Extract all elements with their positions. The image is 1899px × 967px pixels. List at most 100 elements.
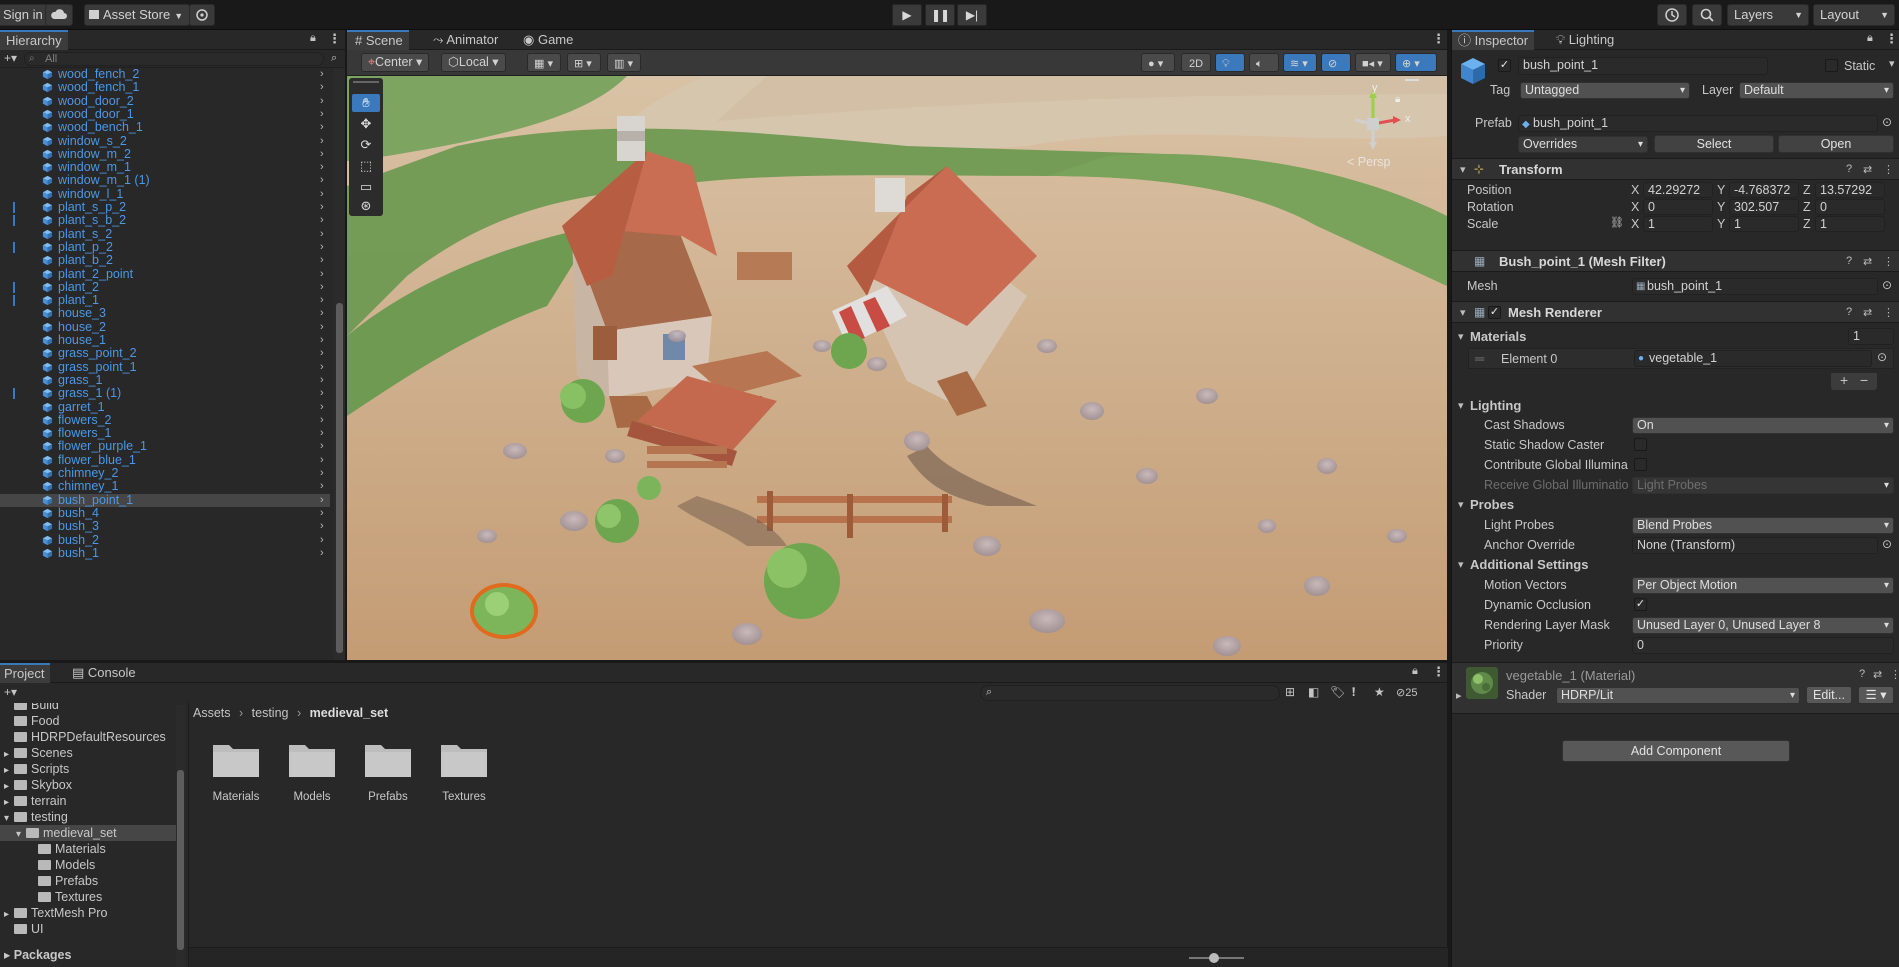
- hidden-objects-toggle[interactable]: ⊘: [1321, 53, 1351, 72]
- tab-lighting[interactable]: 💡︎ Lighting: [1550, 30, 1620, 50]
- scene-gizmo[interactable]: y x 🔒︎ < Persp: [1327, 79, 1437, 170]
- scrollbar-thumb[interactable]: [336, 303, 343, 653]
- folder-tree-item[interactable]: ▾ medieval_set: [0, 825, 176, 841]
- transform-y-field[interactable]: -4.768372: [1729, 182, 1799, 198]
- hierarchy-item[interactable]: plant_2_point ›: [0, 267, 330, 281]
- chevron-right-icon[interactable]: ›: [320, 148, 324, 161]
- chevron-right-icon[interactable]: ›: [320, 294, 324, 307]
- breadcrumb-medieval-set[interactable]: medieval_set: [310, 706, 389, 720]
- preset-icon[interactable]: ⇄: [1863, 306, 1872, 319]
- tab-hierarchy[interactable]: Hierarchy: [0, 30, 68, 50]
- hierarchy-item[interactable]: house_2 ›: [0, 320, 330, 334]
- lock-icon[interactable]: 🔒︎: [310, 32, 316, 45]
- shader-menu-button[interactable]: ☰ ▾: [1858, 686, 1894, 704]
- preset-icon[interactable]: ⇄: [1873, 668, 1882, 681]
- folder-tree-item[interactable]: ▸ Skybox: [0, 777, 176, 793]
- chevron-right-icon[interactable]: ›: [320, 347, 324, 360]
- material-field[interactable]: ● vegetable_1: [1634, 350, 1872, 367]
- chevron-right-icon[interactable]: ›: [320, 440, 324, 453]
- transform-tool-button[interactable]: ⊛: [352, 197, 380, 215]
- chevron-right-icon[interactable]: ›: [320, 534, 324, 547]
- project-search-input[interactable]: ⌕: [980, 685, 1280, 701]
- remove-element-button[interactable]: −: [1860, 373, 1868, 388]
- favorite-icon[interactable]: ★: [1374, 685, 1385, 699]
- chevron-right-icon[interactable]: ›: [320, 121, 324, 134]
- object-name-field[interactable]: bush_point_1: [1518, 57, 1768, 75]
- target-icon[interactable]: ⊙: [1877, 350, 1887, 364]
- folder-tree-item[interactable]: Food: [0, 713, 176, 729]
- gizmo-lock-icon[interactable]: 🔒︎: [1395, 94, 1400, 105]
- folder-tree-item[interactable]: Materials: [0, 841, 176, 857]
- rendering-layer-mask-dropdown[interactable]: Unused Layer 0, Unused Layer 8: [1632, 617, 1894, 634]
- folder-tree-item[interactable]: HDRPDefaultResources: [0, 729, 176, 745]
- hierarchy-item[interactable]: wood_door_1 ›: [0, 107, 330, 121]
- hierarchy-item[interactable]: grass_1 (1) ›: [0, 386, 330, 400]
- grid-snap-button[interactable]: ▦ ▾: [527, 53, 561, 72]
- effects-toggle[interactable]: ≋ ▾: [1283, 53, 1317, 72]
- palette-handle[interactable]: [353, 81, 379, 83]
- move-tool-button[interactable]: ✥: [352, 115, 380, 133]
- hierarchy-item[interactable]: plant_p_2 ›: [0, 240, 330, 254]
- lighting-toggle[interactable]: 💡︎: [1215, 53, 1245, 72]
- help-icon[interactable]: ?: [1846, 255, 1852, 267]
- chevron-right-icon[interactable]: ›: [320, 374, 324, 387]
- transform-x-field[interactable]: 0: [1643, 199, 1713, 215]
- layout-dropdown[interactable]: Layout ▼: [1813, 4, 1895, 26]
- chevron-down-icon[interactable]: ▾: [1458, 330, 1464, 343]
- chevron-right-icon[interactable]: ›: [320, 68, 324, 81]
- hand-tool-button[interactable]: ✋︎: [352, 94, 380, 112]
- hierarchy-item[interactable]: plant_2 ›: [0, 280, 330, 294]
- chevron-right-icon[interactable]: ›: [320, 414, 324, 427]
- hierarchy-item[interactable]: bush_2 ›: [0, 533, 330, 547]
- contribute-gi-checkbox[interactable]: [1634, 458, 1647, 471]
- hierarchy-item[interactable]: wood_fench_1 ›: [0, 80, 330, 94]
- breadcrumb-assets[interactable]: Assets: [193, 706, 231, 720]
- chevron-right-icon[interactable]: ›: [320, 387, 324, 400]
- lock-icon[interactable]: 🔒︎: [1412, 665, 1418, 678]
- static-checkbox[interactable]: [1825, 59, 1838, 72]
- hierarchy-item[interactable]: plant_1 ›: [0, 293, 330, 307]
- folder-tile[interactable]: Textures: [424, 733, 504, 809]
- chevron-right-icon[interactable]: ›: [320, 467, 324, 480]
- link-icon[interactable]: ⛓: [1610, 216, 1624, 229]
- gizmo-menu-icon[interactable]: [1405, 79, 1419, 81]
- hierarchy-item[interactable]: bush_3 ›: [0, 519, 330, 533]
- chevron-down-icon[interactable]: ▾: [1458, 399, 1464, 412]
- hierarchy-item[interactable]: plant_b_2 ›: [0, 253, 330, 267]
- kebab-menu-icon[interactable]: ⋮: [1885, 31, 1898, 47]
- hierarchy-item[interactable]: wood_fench_2 ›: [0, 68, 330, 81]
- hierarchy-item[interactable]: bush_4 ›: [0, 506, 330, 520]
- hierarchy-item[interactable]: flower_blue_1 ›: [0, 453, 330, 467]
- target-icon[interactable]: ⊙: [1882, 537, 1892, 551]
- chevron-right-icon[interactable]: ›: [320, 480, 324, 493]
- folder-tree-item[interactable]: Textures: [0, 889, 176, 905]
- folder-tile[interactable]: Materials: [196, 733, 276, 809]
- chevron-right-icon[interactable]: ›: [320, 214, 324, 227]
- target-icon[interactable]: ⊙: [1882, 115, 1892, 129]
- chevron-right-icon[interactable]: ›: [320, 361, 324, 374]
- chevron-right-icon[interactable]: ›: [320, 81, 324, 94]
- hidden-packages-toggle[interactable]: ⊘25: [1396, 686, 1417, 699]
- zoom-slider-handle[interactable]: [1209, 953, 1219, 963]
- transform-y-field[interactable]: 302.507: [1729, 199, 1799, 215]
- kebab-menu-icon[interactable]: ⋮: [1883, 163, 1894, 176]
- hierarchy-item[interactable]: bush_1 ›: [0, 546, 330, 560]
- prefab-field[interactable]: ◆ bush_point_1: [1518, 115, 1878, 132]
- help-icon[interactable]: ?: [1859, 668, 1865, 680]
- preset-icon[interactable]: ⇄: [1863, 163, 1872, 176]
- drag-handle-icon[interactable]: ═: [1475, 351, 1484, 366]
- hierarchy-item[interactable]: window_l_1 ›: [0, 187, 330, 201]
- hierarchy-item[interactable]: window_s_2 ›: [0, 134, 330, 148]
- sign-in-button[interactable]: Sign in: [0, 4, 50, 26]
- hierarchy-item[interactable]: window_m_1 ›: [0, 160, 330, 174]
- kebab-menu-icon[interactable]: ⋮: [1432, 31, 1445, 47]
- increment-snap-button[interactable]: ⊞ ▾: [567, 53, 601, 72]
- chevron-right-icon[interactable]: ›: [320, 520, 324, 533]
- chevron-right-icon[interactable]: ›: [320, 281, 324, 294]
- hierarchy-item[interactable]: flower_purple_1 ›: [0, 440, 330, 453]
- step-button[interactable]: ▶|: [957, 4, 987, 26]
- chevron-right-icon[interactable]: ›: [320, 95, 324, 108]
- transform-x-field[interactable]: 1: [1643, 216, 1713, 232]
- hierarchy-item[interactable]: grass_point_1 ›: [0, 360, 330, 374]
- grid-visibility-button[interactable]: ▥ ▾: [607, 53, 641, 72]
